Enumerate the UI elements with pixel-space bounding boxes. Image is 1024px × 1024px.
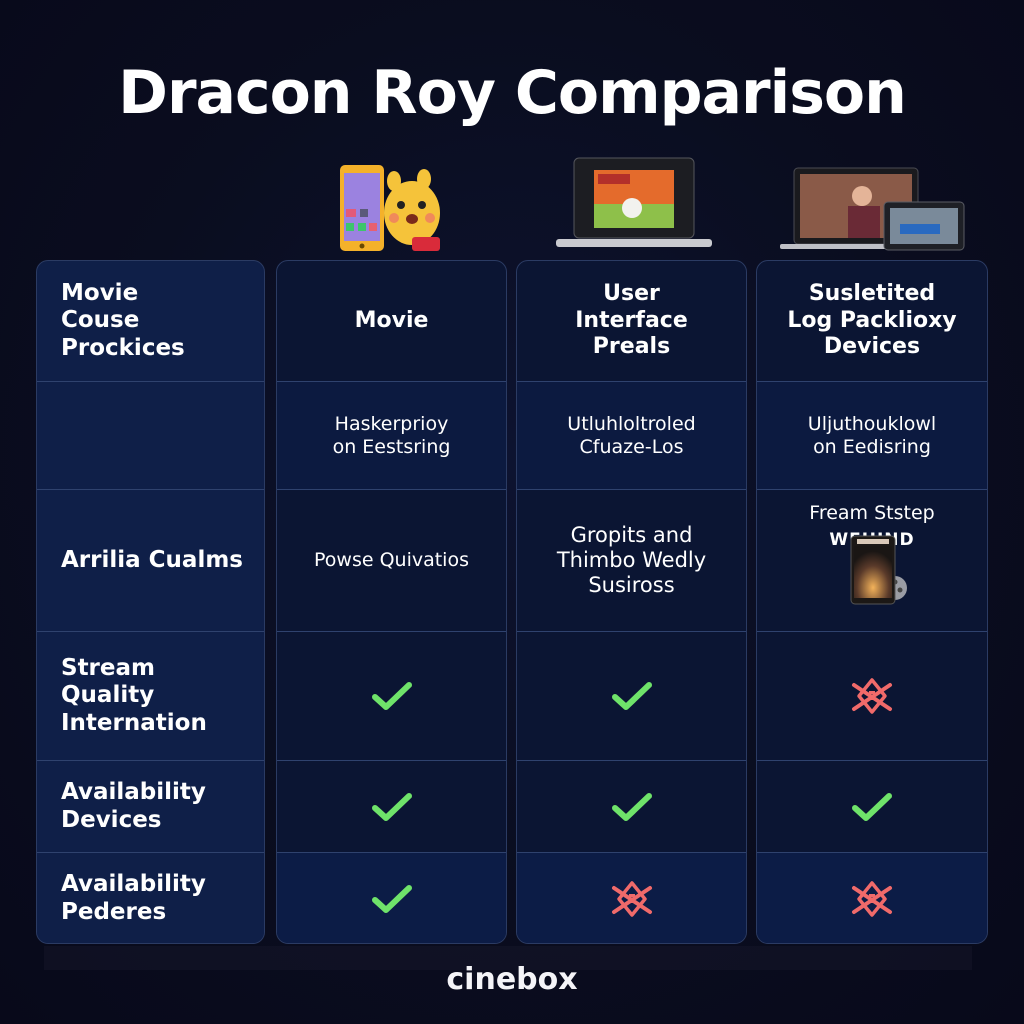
cell-text: Utluhloltroled bbox=[567, 412, 696, 435]
cell-text: Susiross bbox=[588, 573, 675, 598]
feature-cell: Powse Quivatios bbox=[277, 490, 506, 632]
header-text: Log Packlioxy bbox=[787, 307, 957, 333]
feature-label-column: Movie Couse Prockices Arrilia Cualms Str… bbox=[36, 260, 265, 944]
column-header: Movie bbox=[277, 261, 506, 382]
label-text: Stream bbox=[61, 654, 155, 681]
label-text: Availability bbox=[61, 871, 206, 898]
mark-cell bbox=[757, 761, 987, 853]
feature-cell: Utluhloltroled Cfuaze-Los bbox=[517, 382, 746, 490]
cross-icon bbox=[852, 678, 892, 714]
mark-cell bbox=[517, 632, 746, 761]
comparison-column-3: Susletited Log Packlioxy Devices Uljutho… bbox=[756, 260, 988, 944]
label-cell: Availability Pederes bbox=[37, 853, 264, 943]
cell-text: on Eestsring bbox=[332, 435, 451, 458]
laptop-illustration bbox=[556, 157, 712, 247]
cell-text: Powse Quivatios bbox=[314, 549, 469, 572]
laptop-tablet-illustration bbox=[780, 167, 965, 251]
brand-logo: cinebox bbox=[446, 962, 578, 997]
label-cell-empty bbox=[37, 382, 264, 490]
cell-text: Uljuthouklowl bbox=[807, 412, 937, 435]
label-cell: Arrilia Cualms bbox=[37, 490, 264, 632]
feature-cell: Haskerprioy on Eestsring bbox=[277, 382, 506, 490]
check-icon bbox=[371, 885, 412, 913]
mark-cell bbox=[277, 853, 506, 943]
label-header-cell: Movie Couse Prockices bbox=[37, 261, 264, 382]
label-text: Movie bbox=[61, 279, 139, 306]
cell-text: Fream Ststep bbox=[809, 502, 935, 524]
mark-cell bbox=[277, 632, 506, 761]
feature-cell: Fream Ststep WEHIND bbox=[757, 490, 987, 632]
check-icon bbox=[611, 682, 652, 710]
phone-mascot-illustration bbox=[340, 165, 440, 251]
mark-cell bbox=[517, 761, 746, 853]
mark-cell bbox=[277, 761, 506, 853]
column-header: User Interface Preals bbox=[517, 261, 746, 382]
check-icon bbox=[852, 792, 892, 821]
label-text: Prockices bbox=[61, 334, 185, 361]
label-text: Arrilia Cualms bbox=[61, 546, 243, 573]
header-text: Movie bbox=[354, 307, 429, 333]
label-text: Devices bbox=[61, 806, 162, 833]
header-text: User bbox=[603, 281, 660, 307]
feature-cell: Gropits and Thimbo Wedly Susiross bbox=[517, 490, 746, 632]
label-text: Internation bbox=[61, 709, 207, 736]
header-text: Devices bbox=[823, 334, 921, 360]
cell-text: on Eedisring bbox=[813, 435, 931, 458]
header-text: Preals bbox=[592, 334, 671, 360]
cross-icon bbox=[852, 881, 892, 917]
label-text: Couse bbox=[61, 307, 140, 334]
label-text: Availability bbox=[61, 778, 206, 805]
header-text: Susletited bbox=[808, 281, 936, 307]
comparison-column-1: Movie Haskerprioy on Eestsring Powse Qui… bbox=[276, 260, 507, 944]
cell-text: Thimbo Wedly bbox=[556, 547, 707, 572]
label-cell: Stream Quality Internation bbox=[37, 632, 264, 761]
comparison-column-2: User Interface Preals Utluhloltroled Cfu… bbox=[516, 260, 747, 944]
cross-icon bbox=[611, 881, 652, 917]
feature-cell: Uljuthouklowl on Eedisring bbox=[757, 382, 987, 490]
phone-poster-film-reel-icon bbox=[850, 535, 907, 605]
mark-cell bbox=[757, 853, 987, 943]
cell-text: Gropits and bbox=[570, 522, 693, 547]
label-text: Quality bbox=[61, 682, 155, 709]
mark-cell bbox=[757, 632, 987, 761]
check-icon bbox=[371, 792, 412, 821]
mark-cell bbox=[517, 853, 746, 943]
cell-text: Haskerprioy bbox=[334, 412, 449, 435]
cell-text: Cfuaze-Los bbox=[579, 435, 684, 458]
column-header: Susletited Log Packlioxy Devices bbox=[757, 261, 987, 382]
page-title: Dracon Roy Comparison bbox=[118, 58, 907, 128]
header-text: Interface bbox=[575, 307, 688, 333]
label-cell: Availability Devices bbox=[37, 761, 264, 853]
check-icon bbox=[611, 792, 652, 821]
label-text: Pederes bbox=[61, 899, 167, 925]
check-icon bbox=[371, 682, 412, 710]
